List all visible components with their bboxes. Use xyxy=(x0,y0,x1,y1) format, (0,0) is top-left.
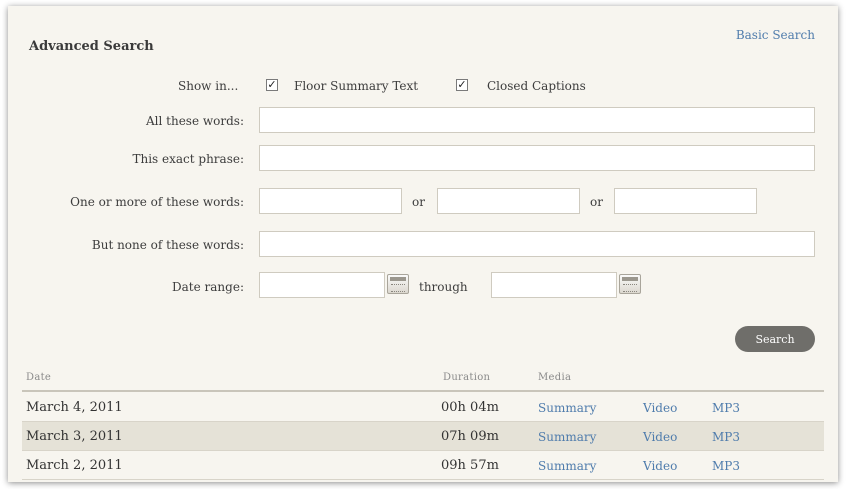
or-label-2: or xyxy=(590,195,603,209)
calendar-icon[interactable] xyxy=(619,274,641,294)
date-from-input[interactable] xyxy=(259,272,385,298)
row-date: March 3, 2011 xyxy=(26,429,123,444)
summary-link[interactable]: Summary xyxy=(538,459,596,473)
date-range-label: Date range: xyxy=(172,280,244,294)
row-duration: 07h 09m xyxy=(441,429,499,444)
table-row[interactable]: March 3, 2011 07h 09m Summary Video MP3 xyxy=(22,422,824,451)
mp3-link[interactable]: MP3 xyxy=(712,401,740,415)
date-to-input[interactable] xyxy=(491,272,617,298)
column-header-duration: Duration xyxy=(443,372,491,383)
table-header-divider xyxy=(22,390,824,392)
row-date: March 4, 2011 xyxy=(26,400,123,415)
exact-phrase-label: This exact phrase: xyxy=(132,152,244,166)
table-row[interactable]: March 2, 2011 09h 57m Summary Video MP3 xyxy=(22,451,824,480)
summary-link[interactable]: Summary xyxy=(538,430,596,444)
any-words-input-3[interactable] xyxy=(614,188,757,214)
panel-title: Advanced Search xyxy=(29,39,154,54)
row-duration: 09h 57m xyxy=(441,458,499,473)
show-in-label: Show in... xyxy=(178,79,239,93)
floor-summary-checkbox[interactable]: ✓ xyxy=(266,79,278,91)
table-row[interactable]: March 4, 2011 00h 04m Summary Video MP3 xyxy=(22,393,824,422)
none-words-input[interactable] xyxy=(259,231,815,257)
summary-link[interactable]: Summary xyxy=(538,401,596,415)
exact-phrase-input[interactable] xyxy=(259,145,815,171)
closed-captions-checkbox[interactable]: ✓ xyxy=(456,79,468,91)
closed-captions-label: Closed Captions xyxy=(487,79,586,93)
none-words-label: But none of these words: xyxy=(91,238,244,252)
through-label: through xyxy=(419,280,468,294)
any-words-input-1[interactable] xyxy=(259,188,402,214)
column-header-media: Media xyxy=(538,372,572,383)
column-header-date: Date xyxy=(26,372,52,383)
row-duration: 00h 04m xyxy=(441,400,499,415)
video-link[interactable]: Video xyxy=(643,401,677,415)
basic-search-link[interactable]: Basic Search xyxy=(736,28,815,42)
or-label-1: or xyxy=(412,195,425,209)
video-link[interactable]: Video xyxy=(643,459,677,473)
floor-summary-label: Floor Summary Text xyxy=(294,79,419,93)
all-words-label: All these words: xyxy=(146,114,244,128)
row-date: March 2, 2011 xyxy=(26,458,123,473)
calendar-icon[interactable] xyxy=(387,274,409,294)
any-words-label: One or more of these words: xyxy=(70,195,244,209)
search-button[interactable]: Search xyxy=(735,326,815,352)
video-link[interactable]: Video xyxy=(643,430,677,444)
mp3-link[interactable]: MP3 xyxy=(712,430,740,444)
any-words-input-2[interactable] xyxy=(437,188,580,214)
all-words-input[interactable] xyxy=(259,107,815,133)
advanced-search-panel: Advanced Search Basic Search Show in... … xyxy=(8,6,838,482)
mp3-link[interactable]: MP3 xyxy=(712,459,740,473)
